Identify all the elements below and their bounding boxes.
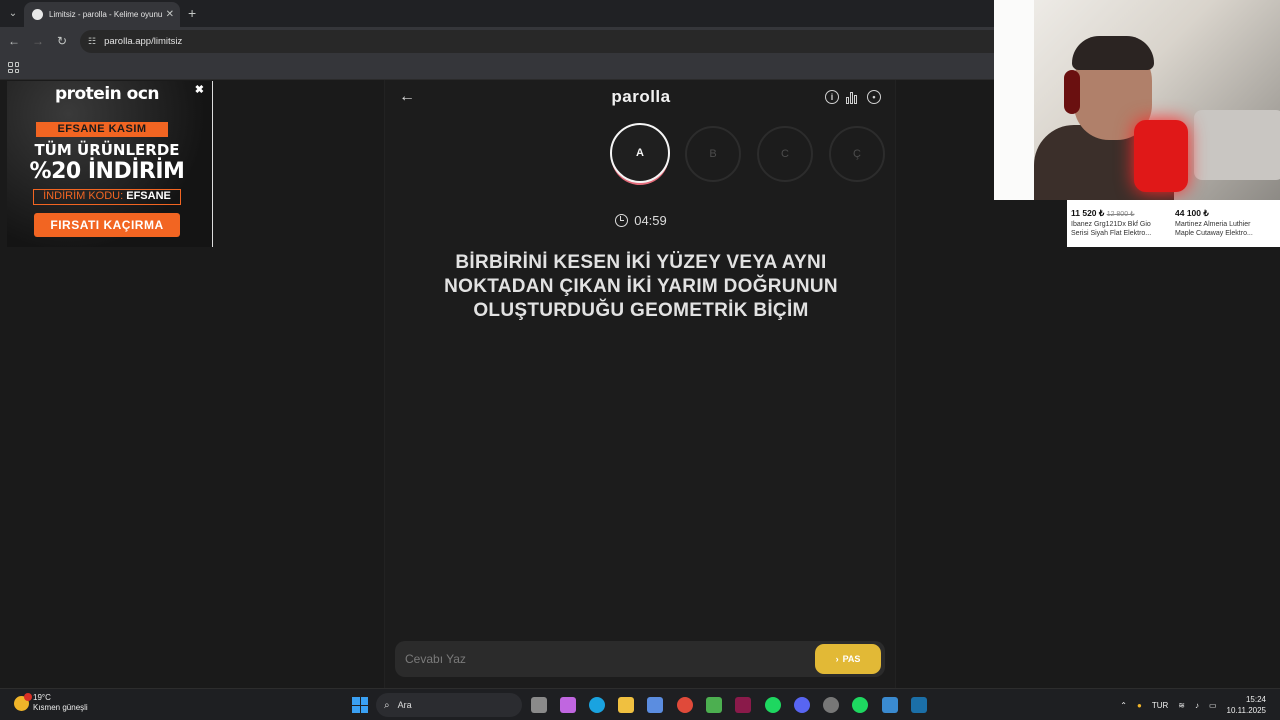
ad-brand-logo: protein ocn: [54, 84, 160, 104]
volume-icon[interactable]: ♪: [1195, 701, 1199, 710]
stats-icon[interactable]: [846, 91, 859, 104]
back-arrow-icon[interactable]: ←: [6, 33, 22, 49]
ad-headline: EFSANE KASIM: [36, 122, 168, 137]
app-icon[interactable]: [735, 697, 751, 713]
timer: 04:59: [385, 213, 897, 228]
file-explorer-icon[interactable]: [618, 697, 634, 713]
letter-circle-a: A: [610, 123, 670, 183]
left-ad-banner[interactable]: protein ocn ✖ EFSANE KASIM TÜM ÜRÜNLERDE…: [7, 81, 213, 247]
browser-tab[interactable]: Limitsiz - parolla - Kelime oyunu ✕: [24, 2, 180, 27]
taskbar-search[interactable]: ⌕ Ara: [376, 693, 522, 717]
address-bar[interactable]: ☷ parolla.app/limitsiz: [80, 30, 1080, 53]
temperature: 19°C: [33, 693, 51, 702]
edge-icon[interactable]: [589, 697, 605, 713]
store-icon[interactable]: [647, 697, 663, 713]
windows-taskbar: 19°C Kısmen güneşli ⌕ Ara ⌃ ● TUR ≋ ♪ ▭ 1…: [0, 688, 1280, 720]
question-text: BİRBİRİNİ KESEN İKİ YÜZEY VEYA AYNI NOKT…: [444, 252, 838, 321]
ad-product[interactable]: 11 520 ₺ 12 800 ₺ Ibanez Grg121Dx Bkf Gi…: [1071, 208, 1166, 238]
webcam-overlay: [994, 0, 1280, 200]
weather-text: Kısmen güneşli: [33, 703, 88, 712]
profile-icon[interactable]: •: [867, 90, 881, 104]
chrome-icon[interactable]: [677, 697, 693, 713]
search-icon: ⌕: [384, 699, 390, 711]
letter-circle-b: B: [685, 126, 741, 182]
language-indicator[interactable]: TUR: [1152, 701, 1168, 710]
date: 10.11.2025: [1226, 706, 1266, 715]
tab-title: Limitsiz - parolla - Kelime oyunu: [49, 10, 162, 19]
steam-icon[interactable]: [911, 697, 927, 713]
site-favicon-icon: [32, 9, 43, 20]
ad-cta-button[interactable]: FIRSATI KAÇIRMA: [34, 213, 180, 237]
start-windows-icon[interactable]: [352, 697, 368, 713]
reload-icon[interactable]: ↻: [54, 33, 70, 49]
search-placeholder: Ara: [397, 700, 412, 710]
product-old-price: 12 800 ₺: [1106, 211, 1135, 218]
app-logo: parolla: [611, 87, 671, 106]
microphone-icon[interactable]: ●: [1137, 701, 1142, 710]
pass-label: PAS: [842, 654, 861, 664]
letter-circle-c: C: [757, 126, 813, 182]
product-price: 11 520 ₺ 12 800 ₺: [1071, 208, 1135, 218]
weather-widget[interactable]: 19°C Kısmen güneşli: [14, 692, 88, 713]
tab-close-icon[interactable]: ✕: [166, 9, 174, 20]
right-ad-banner[interactable]: 11 520 ₺ 12 800 ₺ Ibanez Grg121Dx Bkf Gi…: [1067, 200, 1280, 247]
copilot-icon[interactable]: [560, 697, 576, 713]
task-view-icon[interactable]: [531, 697, 547, 713]
timer-value: 04:59: [634, 213, 667, 228]
ad-subline: TÜM ÜRÜNLERDE: [34, 141, 180, 159]
new-tab-button[interactable]: +: [188, 5, 196, 21]
obs-icon[interactable]: [823, 697, 839, 713]
clock-icon: [615, 214, 629, 227]
spotify-icon[interactable]: [852, 697, 868, 713]
ad-close-icon[interactable]: ✖: [195, 83, 204, 96]
answer-input[interactable]: [405, 650, 795, 668]
info-icon[interactable]: i: [825, 90, 839, 104]
spotify-icon[interactable]: [765, 697, 781, 713]
ad-code-label: İNDİRİM KODU:: [43, 190, 124, 202]
wifi-icon[interactable]: ≋: [1178, 701, 1185, 710]
ad-code-value: EFSANE: [126, 190, 171, 202]
battery-icon[interactable]: ▭: [1209, 701, 1217, 710]
apps-grid-icon[interactable]: [8, 62, 19, 73]
site-settings-icon[interactable]: ☷: [88, 36, 96, 47]
ad-discount: %20 İNDİRİM: [29, 159, 185, 184]
letter-circle-ch: Ç: [829, 126, 885, 182]
tab-search-chevron-icon[interactable]: ⌄: [4, 4, 22, 22]
ad-promo-code: İNDİRİM KODU: EFSANE: [33, 189, 181, 205]
pass-button[interactable]: › PAS: [815, 644, 881, 674]
partly-sunny-icon: [14, 692, 32, 711]
product-price: 44 100 ₺: [1175, 208, 1209, 218]
discord-icon[interactable]: [794, 697, 810, 713]
product-name: Ibanez Grg121Dx Bkf Gio Serisi Siyah Fla…: [1071, 221, 1152, 237]
forward-arrow-icon[interactable]: →: [30, 33, 46, 49]
product-name: Martinez Almeria Luthier Maple Cutaway E…: [1175, 221, 1253, 237]
app-icon[interactable]: [882, 697, 898, 713]
answer-bar: ›PAS: [395, 641, 885, 677]
chevron-right-icon: ›: [835, 654, 839, 664]
time: 15:24: [1245, 695, 1266, 704]
app-icon[interactable]: [706, 697, 722, 713]
chevron-up-icon[interactable]: ⌃: [1120, 701, 1127, 710]
clock[interactable]: 15:24 10.11.2025: [1227, 694, 1266, 716]
system-tray: ⌃ ● TUR ≋ ♪ ▭ 15:24 10.11.2025: [1120, 693, 1266, 717]
ad-product[interactable]: 44 100 ₺ Martinez Almeria Luthier Maple …: [1175, 208, 1270, 238]
url-text: parolla.app/limitsiz: [104, 36, 183, 47]
game-panel: ← parolla i • A B C Ç 04:59 BİRBİRİNİ KE…: [384, 80, 896, 688]
